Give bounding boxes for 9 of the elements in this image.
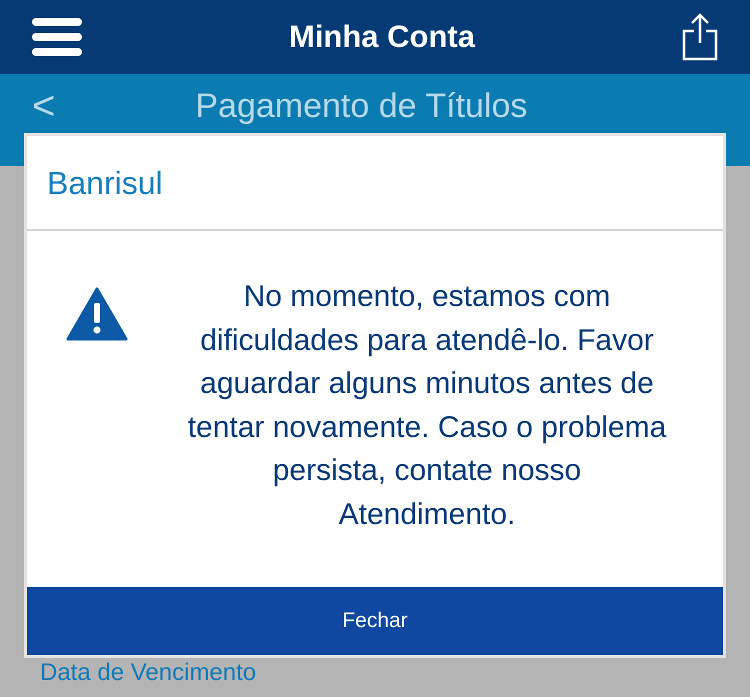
dialog-title: Banrisul (47, 164, 163, 202)
menu-icon[interactable] (32, 18, 82, 56)
screen-title: Minha Conta (289, 18, 475, 56)
warning-icon (66, 287, 128, 341)
field-label: Data de Vencimento (40, 658, 258, 688)
alert-message: No momento, estamos com dificuldades para atendê-lo. Favor aguardar alguns minutos antes de tentar novamente. Caso o problema persista, contate nosso Atendimento. (186, 279, 668, 532)
share-icon[interactable] (682, 13, 718, 61)
page-title: Pagamento de Títulos (195, 86, 528, 126)
close-button[interactable]: Fechar (27, 587, 723, 655)
